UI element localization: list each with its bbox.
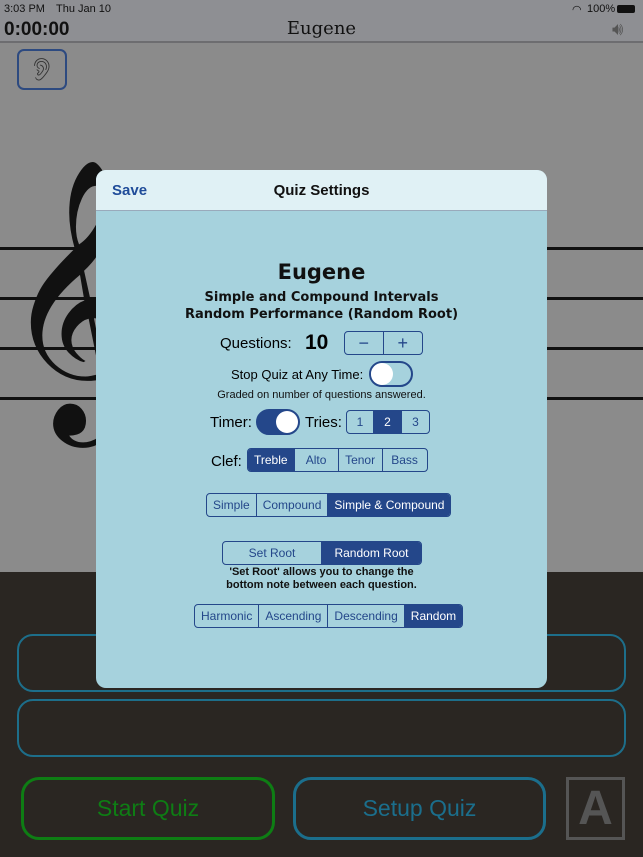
tries-1[interactable]: 1: [347, 411, 374, 433]
toggle-knob: [371, 363, 393, 385]
clef-bass[interactable]: Bass: [383, 449, 427, 471]
start-quiz-button[interactable]: Start Quiz: [21, 777, 275, 840]
questions-stepper[interactable]: − +: [344, 331, 423, 355]
quiz-name: Eugene: [277, 260, 366, 284]
setup-quiz-button[interactable]: Setup Quiz: [293, 777, 546, 840]
questions-label: Questions:: [220, 335, 292, 352]
decrement-button[interactable]: −: [345, 332, 384, 354]
speaker-icon[interactable]: 🔊︎: [612, 19, 623, 40]
battery-icon: [617, 5, 635, 13]
timer-label: Timer:: [210, 414, 252, 431]
ear-button[interactable]: 👂︎: [17, 49, 67, 90]
page-title: Eugene: [286, 18, 357, 39]
interval-type-selector[interactable]: Simple Compound Simple & Compound: [206, 493, 452, 517]
ear-icon: 👂︎: [28, 57, 56, 82]
quiz-mode: Random Performance (Random Root): [184, 307, 459, 322]
notebook-logo-icon[interactable]: A: [566, 777, 625, 840]
tries-2[interactable]: 2: [374, 411, 402, 433]
mode-descending[interactable]: Descending: [328, 605, 405, 627]
clef-selector[interactable]: Treble Alto Tenor Bass: [247, 448, 428, 472]
root-selector[interactable]: Set Root Random Root: [222, 541, 422, 565]
root-note: 'Set Root' allows you to change the: [229, 566, 414, 578]
random-root[interactable]: Random Root: [322, 542, 421, 564]
graded-note: Graded on number of questions answered.: [217, 389, 426, 401]
wifi-icon: ◠: [572, 4, 582, 16]
type-simple[interactable]: Simple: [207, 494, 257, 516]
clef-tenor[interactable]: Tenor: [339, 449, 383, 471]
increment-button[interactable]: +: [384, 332, 422, 354]
battery-level: 100%: [587, 3, 616, 15]
mode-harmonic[interactable]: Harmonic: [195, 605, 260, 627]
clef-alto[interactable]: Alto: [295, 449, 339, 471]
clef-label: Clef:: [211, 453, 242, 470]
quiz-type: Simple and Compound Intervals: [204, 290, 439, 305]
stop-quiz-label: Stop Quiz at Any Time:: [231, 367, 364, 382]
set-root[interactable]: Set Root: [223, 542, 322, 564]
mode-random[interactable]: Random: [404, 605, 463, 627]
modal-title: Quiz Settings: [273, 182, 370, 199]
answer-field: [17, 699, 626, 757]
type-compound[interactable]: Compound: [257, 494, 329, 516]
status-time: 3:03 PM: [4, 3, 45, 15]
tries-selector[interactable]: 1 2 3: [346, 410, 430, 434]
mode-ascending[interactable]: Ascending: [259, 605, 329, 627]
performance-mode-selector[interactable]: Harmonic Ascending Descending Random: [194, 604, 464, 628]
type-simple-compound[interactable]: Simple & Compound: [328, 494, 451, 516]
stop-quiz-toggle[interactable]: [369, 361, 413, 387]
clef-treble[interactable]: Treble: [248, 449, 295, 471]
tries-label: Tries:: [305, 414, 342, 431]
toggle-knob: [276, 411, 298, 433]
questions-count: 10: [305, 331, 329, 354]
timer-toggle[interactable]: [256, 409, 300, 435]
tries-3[interactable]: 3: [402, 411, 429, 433]
status-date: Thu Jan 10: [56, 3, 112, 15]
root-note-2: bottom note between each question.: [226, 579, 417, 591]
quiz-settings-modal: Save Quiz Settings Eugene Simple and Com…: [96, 170, 547, 688]
